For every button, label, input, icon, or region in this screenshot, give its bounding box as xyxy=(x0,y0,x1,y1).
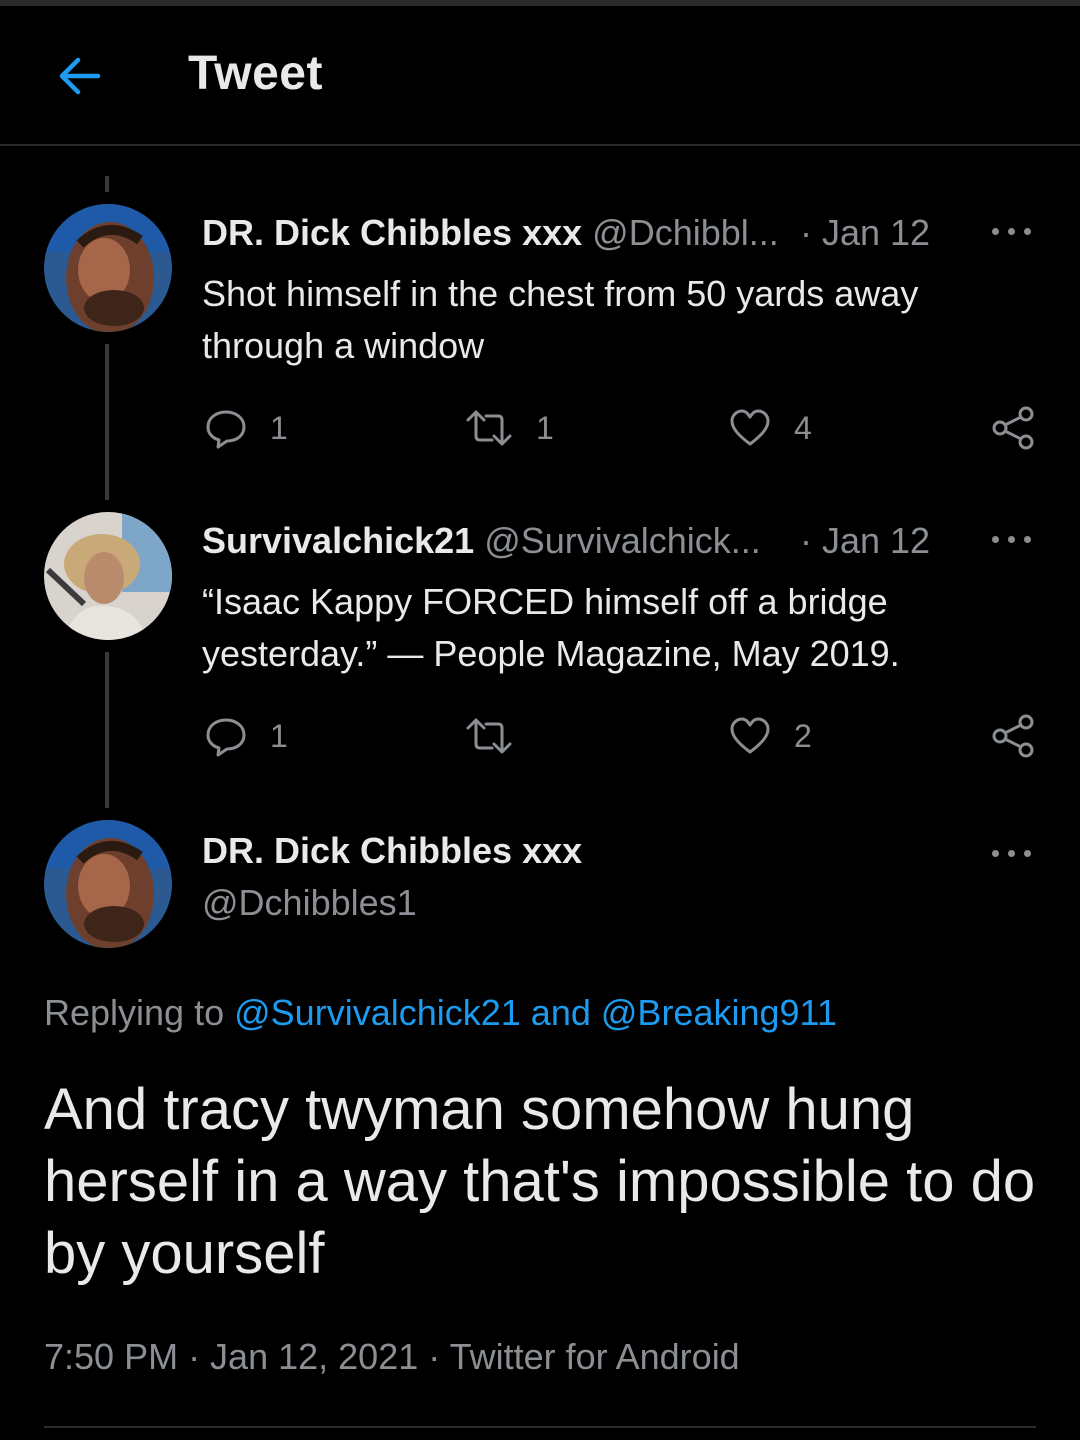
heart-icon xyxy=(730,409,770,446)
like-count: 4 xyxy=(794,409,812,446)
thread-line xyxy=(105,652,109,808)
thread-line-top xyxy=(105,176,109,192)
replying-to: Replying to @Survivalchick21 and @Breaki… xyxy=(44,992,837,1034)
share-button[interactable] xyxy=(990,714,1036,758)
retweet-count: 1 xyxy=(536,409,554,446)
retweet-icon xyxy=(466,718,512,754)
avatar[interactable] xyxy=(44,512,172,640)
tweet-date[interactable]: · Jan 12 xyxy=(800,520,930,562)
like-button[interactable]: 2 xyxy=(728,714,812,758)
display-name[interactable]: Survivalchick21 xyxy=(202,520,474,561)
heart-icon xyxy=(730,717,770,754)
mention-link[interactable]: @Breaking911 xyxy=(601,992,837,1033)
retweet-button[interactable] xyxy=(464,714,536,758)
reply-button[interactable]: 1 xyxy=(204,406,288,450)
display-name[interactable]: DR. Dick Chibbles xxx xyxy=(202,212,582,253)
page-title: Tweet xyxy=(188,47,323,100)
more-options-icon[interactable] xyxy=(990,530,1034,550)
author-handle[interactable]: @Survivalchick... xyxy=(484,520,761,561)
reply-button[interactable]: 1 xyxy=(204,714,288,758)
like-button[interactable]: 4 xyxy=(728,406,812,450)
share-icon xyxy=(992,406,1034,450)
more-options-icon[interactable] xyxy=(990,844,1034,864)
thread-line xyxy=(105,344,109,500)
author-handle[interactable]: @Dchibbl... xyxy=(592,212,779,253)
mention-link[interactable]: @Survivalchick21 xyxy=(234,992,521,1033)
share-icon xyxy=(992,714,1034,758)
header-divider xyxy=(0,144,1080,146)
like-count: 2 xyxy=(794,717,812,754)
reply-icon xyxy=(206,718,246,757)
retweet-icon xyxy=(466,410,512,446)
avatar[interactable] xyxy=(44,204,172,332)
replying-prefix: Replying to xyxy=(44,992,225,1033)
reply-count: 1 xyxy=(270,717,288,754)
author-name[interactable]: DR. Dick Chibbles xxx @Dchibbl... xyxy=(202,212,779,254)
replying-and[interactable]: and xyxy=(531,992,591,1033)
retweet-button[interactable]: 1 xyxy=(464,406,554,450)
tweet-text: Shot himself in the chest from 50 yards … xyxy=(202,273,919,366)
more-options-icon[interactable] xyxy=(990,222,1034,242)
divider xyxy=(44,1426,1036,1428)
tweet-text: “Isaac Kappy FORCED himself off a bridge… xyxy=(202,581,900,674)
reply-icon xyxy=(206,410,246,449)
top-app-bar: Tweet xyxy=(0,6,1080,144)
share-button[interactable] xyxy=(990,406,1036,450)
display-name[interactable]: DR. Dick Chibbles xxx xyxy=(202,830,582,872)
author-handle[interactable]: @Dchibbles1 xyxy=(202,882,417,924)
avatar[interactable] xyxy=(44,820,172,948)
tweet-meta: 7:50 PM · Jan 12, 2021 · Twitter for And… xyxy=(44,1336,740,1377)
back-arrow-icon[interactable] xyxy=(52,54,108,98)
reply-count: 1 xyxy=(270,409,288,446)
author-name[interactable]: Survivalchick21 @Survivalchick... xyxy=(202,520,761,562)
tweet-date[interactable]: · Jan 12 xyxy=(800,212,930,254)
tweet-text: And tracy twyman somehow hung herself in… xyxy=(44,1077,1036,1286)
